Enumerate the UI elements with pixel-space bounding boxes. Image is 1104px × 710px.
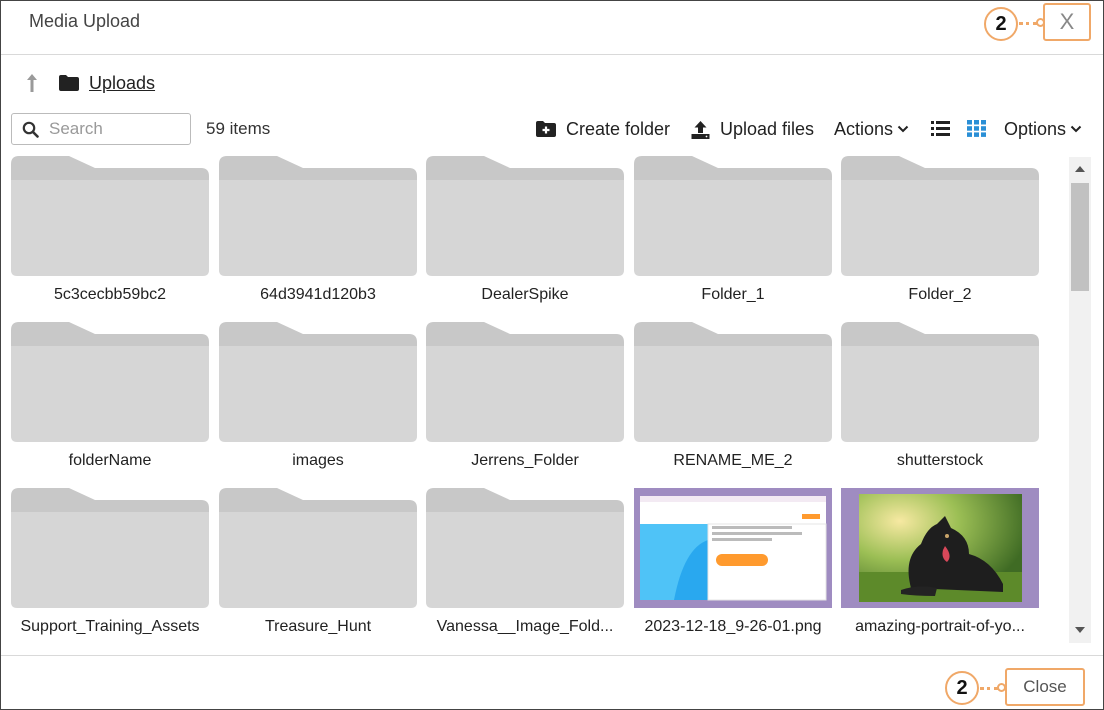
chevron-down-icon bbox=[897, 125, 909, 133]
dialog-title: Media Upload bbox=[29, 11, 141, 31]
actions-label: Actions bbox=[834, 118, 894, 139]
list-view-icon[interactable] bbox=[931, 121, 950, 136]
dialog-footer bbox=[1, 655, 1103, 710]
folder-icon bbox=[426, 488, 624, 608]
image-thumbnail bbox=[841, 488, 1039, 608]
folder-icon bbox=[219, 322, 417, 442]
search-icon bbox=[22, 121, 39, 138]
folder-icon bbox=[219, 488, 417, 608]
tile-label: folderName bbox=[68, 452, 152, 469]
arrow-up-icon[interactable] bbox=[23, 71, 41, 95]
create-folder-button[interactable]: Create folder bbox=[536, 115, 670, 143]
folder-icon bbox=[841, 156, 1039, 276]
folder-icon bbox=[11, 322, 209, 442]
breadcrumb-uploads-link[interactable]: Uploads bbox=[89, 73, 155, 94]
media-upload-dialog: Media Upload 2 X Uploads 59 items Create… bbox=[0, 0, 1104, 710]
close-icon: X bbox=[1059, 9, 1075, 34]
folder-icon bbox=[841, 322, 1039, 442]
item-count: 59 items bbox=[206, 119, 271, 138]
image-thumbnail bbox=[634, 488, 832, 608]
options-label: Options bbox=[1004, 118, 1067, 139]
folder-plus-icon bbox=[536, 121, 556, 137]
tile-label: Treasure_Hunt bbox=[264, 618, 372, 635]
options-dropdown[interactable]: Options bbox=[1004, 115, 1082, 143]
screenshot-thumbnail-image bbox=[634, 488, 832, 608]
dialog-header: Media Upload bbox=[1, 1, 1103, 55]
upload-files-button[interactable]: Upload files bbox=[691, 115, 814, 143]
tile-label: 5c3cecbb59bc2 bbox=[53, 286, 167, 303]
scroll-down-arrow-icon[interactable] bbox=[1075, 627, 1085, 634]
folder-icon bbox=[426, 322, 624, 442]
tile-label: RENAME_ME_2 bbox=[673, 452, 793, 469]
tile-label: DealerSpike bbox=[481, 286, 569, 303]
tile-label: 64d3941d120b3 bbox=[260, 286, 376, 303]
upload-icon bbox=[691, 120, 710, 139]
folder-icon bbox=[59, 75, 79, 91]
tile-label: Support_Training_Assets bbox=[20, 618, 200, 635]
tile-label: images bbox=[292, 452, 344, 469]
tile-label: Jerrens_Folder bbox=[471, 452, 579, 469]
callout-connector-bottom bbox=[980, 687, 998, 690]
tile-label: shutterstock bbox=[896, 452, 984, 469]
callout-badge-bottom: 2 bbox=[945, 671, 979, 705]
folder-icon bbox=[426, 156, 624, 276]
callout-connector-top bbox=[1019, 22, 1037, 25]
tile-label: Vanessa__Image_Fold... bbox=[436, 618, 614, 635]
folder-icon bbox=[634, 156, 832, 276]
folder-icon bbox=[634, 322, 832, 442]
upload-files-label: Upload files bbox=[720, 118, 815, 139]
grid-view-icon[interactable] bbox=[967, 120, 986, 137]
search-input[interactable] bbox=[47, 118, 181, 140]
tile-label: amazing-portrait-of-yo... bbox=[855, 618, 1025, 635]
callout-badge-top: 2 bbox=[984, 7, 1018, 41]
media-grid: 5c3cecbb59bc2 64d3941d120b3 DealerSpike … bbox=[11, 156, 1041, 646]
actions-dropdown[interactable]: Actions bbox=[834, 115, 909, 143]
scrollbar-thumb[interactable] bbox=[1071, 183, 1089, 291]
folder-icon bbox=[219, 156, 417, 276]
chevron-down-icon bbox=[1070, 125, 1082, 133]
breadcrumb: Uploads bbox=[23, 71, 155, 95]
search-box bbox=[11, 113, 191, 145]
create-folder-label: Create folder bbox=[566, 118, 671, 139]
folder-icon bbox=[11, 156, 209, 276]
tile-label: 2023-12-18_9-26-01.png bbox=[644, 618, 822, 635]
tile-label: Folder_1 bbox=[701, 286, 765, 303]
close-x-button[interactable]: X bbox=[1043, 3, 1091, 41]
folder-icon bbox=[11, 488, 209, 608]
tile-label: Folder_2 bbox=[908, 286, 972, 303]
dog-photo-image bbox=[841, 488, 1039, 608]
scroll-up-arrow-icon[interactable] bbox=[1075, 165, 1085, 172]
close-button[interactable]: Close bbox=[1005, 668, 1085, 706]
vertical-scrollbar[interactable] bbox=[1069, 157, 1091, 643]
